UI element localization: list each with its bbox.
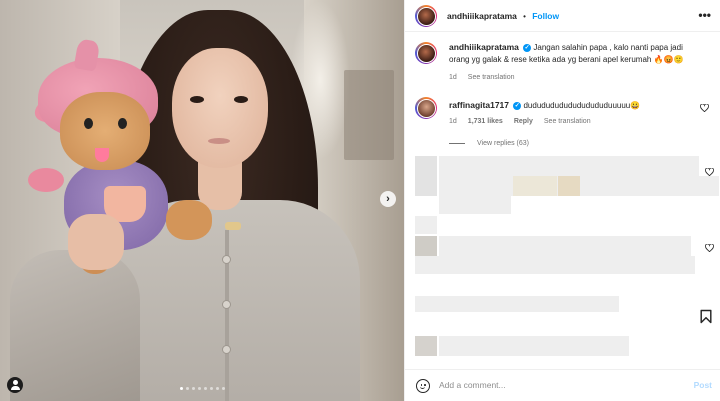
sweater-button — [222, 345, 231, 354]
face — [172, 48, 268, 168]
carousel-dot — [185, 387, 189, 390]
obscured-comment — [415, 256, 695, 274]
obscured-block — [558, 176, 580, 196]
avatar[interactable] — [415, 42, 437, 64]
carousel-dots — [0, 387, 404, 390]
view-replies-label: View replies (63) — [477, 140, 530, 147]
verified-icon: ✓ — [523, 43, 532, 52]
reply-button[interactable]: Reply — [514, 118, 533, 125]
necklace — [225, 222, 241, 230]
caption: andhiiikapratama ✓ Jangan salahin papa ,… — [415, 42, 715, 86]
caption-username[interactable]: andhiiikapratama — [449, 42, 519, 52]
post-button[interactable]: Post — [694, 380, 712, 390]
obscured-comment — [439, 196, 511, 214]
mouth — [208, 138, 230, 144]
tagged-user-shoulders — [10, 386, 20, 390]
plush-eye — [84, 118, 93, 129]
see-translation-link[interactable]: See translation — [544, 118, 591, 125]
see-translation-link[interactable]: See translation — [468, 74, 515, 81]
caption-text-block: andhiiikapratama ✓ Jangan salahin papa ,… — [449, 42, 699, 65]
carousel-dot — [197, 387, 201, 390]
obscured-avatar — [415, 236, 437, 256]
obscured-block — [513, 176, 557, 196]
heart-icon[interactable] — [700, 104, 709, 112]
arm — [10, 250, 140, 401]
avatar[interactable] — [415, 97, 437, 119]
carousel-dot — [221, 387, 225, 390]
avatar-image — [416, 43, 436, 63]
separator-dot: • — [523, 12, 526, 21]
heart-icon[interactable] — [705, 168, 714, 176]
caption-meta: 1d See translation — [449, 74, 515, 81]
header-user-row: andhiiikapratama • Follow — [447, 11, 559, 21]
carousel-dot — [209, 387, 213, 390]
verified-icon: ✓ — [513, 101, 522, 110]
more-icon[interactable]: ••• — [698, 9, 711, 21]
post-side-panel: andhiiikapratama • Follow ••• andhiiikap… — [404, 0, 720, 401]
sweater-button — [222, 300, 231, 309]
comment-input[interactable] — [439, 380, 669, 390]
obscured-comment — [439, 336, 629, 356]
post-photo[interactable]: › — [0, 0, 404, 401]
obscured-avatar — [415, 156, 437, 176]
comment-meta: 1d 1,731 likes Reply See translation — [449, 118, 591, 125]
comment-text: dudududududududududuuuuu😀 — [523, 101, 641, 110]
comment-username[interactable]: raffinagita1717 — [449, 100, 509, 110]
instagram-post-modal: › andhiiikapratama • Follow ••• andhiiik… — [0, 0, 720, 401]
carousel-dot — [191, 387, 195, 390]
sweater-button — [222, 255, 231, 264]
hand — [68, 214, 124, 270]
carousel-dot — [179, 387, 183, 390]
tagged-user-head — [12, 380, 18, 385]
emoji-icon[interactable] — [416, 379, 430, 393]
comment-composer: Post — [405, 369, 720, 401]
obscured-comment — [439, 236, 691, 256]
eye — [190, 96, 204, 103]
obscured-avatar — [415, 336, 437, 356]
chevron-right-icon[interactable]: › — [380, 191, 396, 207]
obscured-block — [415, 176, 437, 196]
header-username[interactable]: andhiiikapratama — [447, 11, 517, 21]
carousel-dot — [215, 387, 219, 390]
tagged-user-icon[interactable] — [7, 377, 23, 393]
comment: raffinagita1717 ✓ dudududududududududuuu… — [415, 97, 715, 137]
obscured-block — [415, 216, 437, 234]
plush-eye — [118, 118, 127, 129]
comment-text-block: raffinagita1717 ✓ dudududududududududuuu… — [449, 100, 699, 112]
view-replies-line — [449, 143, 465, 144]
avatar[interactable] — [415, 5, 437, 27]
plush-foot — [166, 200, 212, 240]
heart-icon[interactable] — [705, 244, 714, 252]
background-shop — [344, 70, 394, 160]
post-header: andhiiikapratama • Follow ••• — [405, 0, 720, 32]
comment-likes[interactable]: 1,731 likes — [468, 118, 503, 125]
follow-button[interactable]: Follow — [532, 11, 559, 21]
comment-time[interactable]: 1d — [449, 118, 457, 125]
avatar-image — [416, 6, 436, 26]
plush-tongue — [95, 148, 109, 162]
emoji-smile — [420, 386, 425, 389]
caption-time[interactable]: 1d — [449, 74, 457, 81]
obscured-comment — [439, 156, 699, 176]
plush-arm — [28, 168, 64, 192]
avatar-image — [416, 98, 436, 118]
obscured-comment — [415, 296, 619, 312]
eye — [234, 96, 248, 103]
bookmark-icon[interactable] — [700, 309, 712, 324]
view-replies[interactable]: View replies (63) — [449, 140, 529, 147]
carousel-dot — [203, 387, 207, 390]
